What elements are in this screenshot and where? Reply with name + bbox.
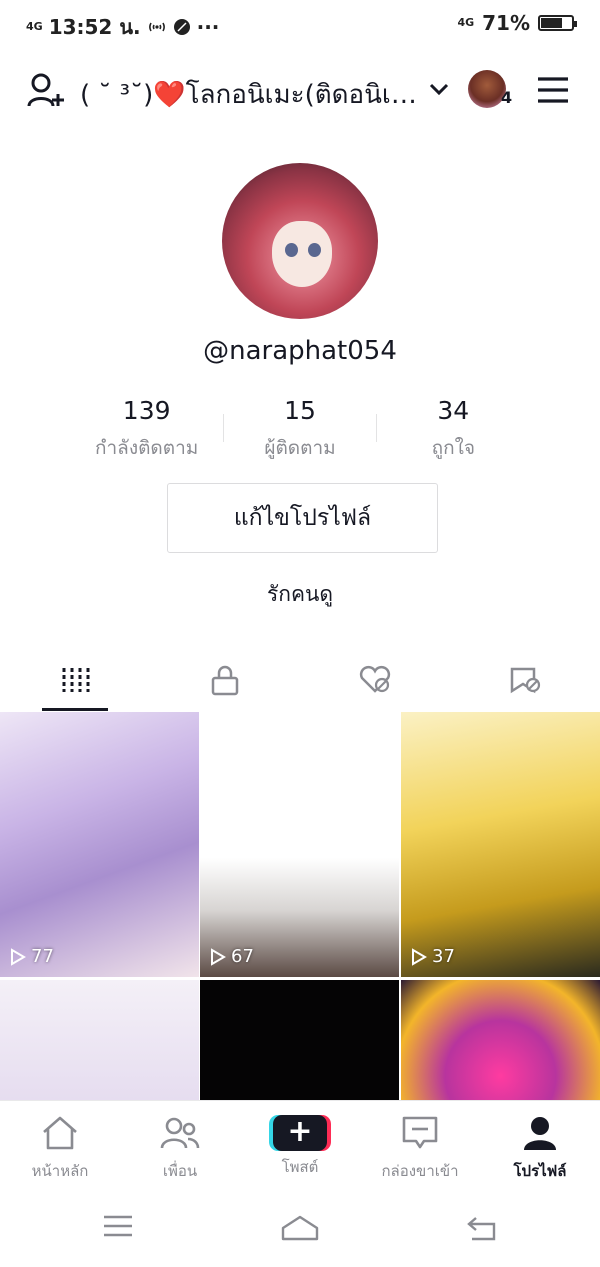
home-button-icon[interactable] [280, 1214, 320, 1242]
more-icon: ··· [196, 15, 220, 39]
video-thumbnail[interactable] [401, 980, 600, 1100]
system-nav-bar [0, 1192, 600, 1267]
stat-likes[interactable]: 34 ถูกใจ [377, 396, 530, 466]
play-icon [412, 947, 427, 966]
nav-post[interactable]: + โพสต์ [240, 1115, 360, 1179]
wifi-hotspot-icon [148, 22, 165, 32]
status-bar: 4G 13:52 น. ··· 4G 71% [0, 0, 600, 46]
network-label: 4G [457, 16, 475, 29]
nav-label: กล่องขาเข้า [381, 1162, 459, 1180]
tab-liked[interactable] [300, 650, 450, 710]
video-thumbnail[interactable]: 77 [0, 712, 199, 977]
profile-header: ( ˘ ³˘)❤️โลกอนิเมะ(ติดอนิเมะ) 4 [0, 60, 600, 122]
account-switcher[interactable]: ( ˘ ³˘)❤️โลกอนิเมะ(ติดอนิเมะ) [80, 74, 420, 115]
username: @naraphat054 [203, 336, 397, 366]
nav-inbox[interactable]: กล่องขาเข้า [360, 1115, 480, 1183]
nav-home[interactable]: หน้าหลัก [0, 1115, 120, 1183]
stat-value: 15 [284, 396, 316, 425]
active-tab-indicator [42, 708, 108, 711]
play-icon [11, 947, 26, 966]
nav-label: หน้าหลัก [31, 1162, 89, 1180]
stat-label: ถูกใจ [431, 437, 476, 459]
liked-hidden-icon [359, 665, 391, 693]
stat-value: 139 [122, 396, 171, 425]
content-tabs [0, 650, 600, 712]
avatar-eye [285, 243, 298, 257]
nav-friends[interactable]: เพื่อน [120, 1115, 240, 1183]
friends-icon [160, 1117, 200, 1149]
avatar-face [272, 221, 332, 287]
view-count-value: 67 [231, 946, 254, 967]
stat-value: 34 [437, 396, 470, 425]
inbox-icon [402, 1116, 438, 1149]
favorites-hidden-icon [510, 667, 541, 694]
view-count-value: 77 [31, 946, 54, 967]
nav-label: โพสต์ [281, 1158, 319, 1176]
recent-apps-icon[interactable] [102, 1214, 134, 1238]
video-thumbnail[interactable]: 37 [401, 712, 600, 977]
bottom-nav: หน้าหลัก เพื่อน + โพสต์ กล่องขาเข้า โปรไ… [0, 1100, 600, 1193]
battery-percent: 71% [482, 11, 530, 35]
back-icon[interactable] [466, 1214, 498, 1242]
avatar-eye [308, 243, 321, 257]
battery-fill [541, 18, 562, 28]
profile-avatar[interactable] [222, 163, 378, 319]
video-thumbnail[interactable] [0, 980, 199, 1100]
bio: รักคนดู [266, 582, 334, 606]
view-count: 67 [210, 946, 254, 967]
time: 13:52 น. [48, 15, 141, 39]
video-grid: 77 67 37 [0, 712, 600, 1100]
stat-label: ผู้ติดตาม [264, 437, 336, 459]
add-friend-icon[interactable] [26, 70, 66, 110]
stat-following[interactable]: 139 กำลังติดตาม [70, 396, 223, 466]
stat-followers[interactable]: 15 ผู้ติดตาม [223, 396, 377, 466]
nav-label: เพื่อน [162, 1162, 198, 1180]
leaf-icon [173, 19, 190, 35]
view-count: 37 [411, 946, 455, 967]
stat-divider [223, 414, 225, 442]
edit-profile-button[interactable]: แก้ไขโปรไฟล์ [167, 483, 438, 553]
nav-label: โปรไฟล์ [513, 1162, 567, 1180]
nav-profile[interactable]: โปรไฟล์ [480, 1115, 600, 1183]
signal-label: 4G [26, 20, 43, 33]
stat-label: กำลังติดตาม [95, 437, 199, 459]
battery-icon [538, 15, 577, 31]
plus-icon: + [273, 1115, 327, 1151]
profile-stats: 139 กำลังติดตาม 15 ผู้ติดตาม 34 ถูกใจ [70, 396, 530, 466]
notification-badge: 4 [501, 88, 513, 107]
tab-videos[interactable] [0, 650, 150, 710]
home-icon [43, 1116, 77, 1150]
video-thumbnail[interactable]: 67 [200, 712, 399, 977]
profile-icon [524, 1117, 556, 1150]
menu-icon[interactable] [536, 76, 570, 104]
view-count: 77 [10, 946, 54, 967]
lock-icon [211, 665, 239, 696]
view-count-value: 37 [432, 946, 455, 967]
play-icon [211, 947, 226, 966]
videos-grid-icon [62, 668, 90, 692]
tab-private[interactable] [150, 650, 300, 710]
video-thumbnail[interactable] [200, 980, 399, 1100]
tab-favorites[interactable] [450, 650, 600, 710]
chevron-down-icon[interactable] [428, 78, 450, 100]
